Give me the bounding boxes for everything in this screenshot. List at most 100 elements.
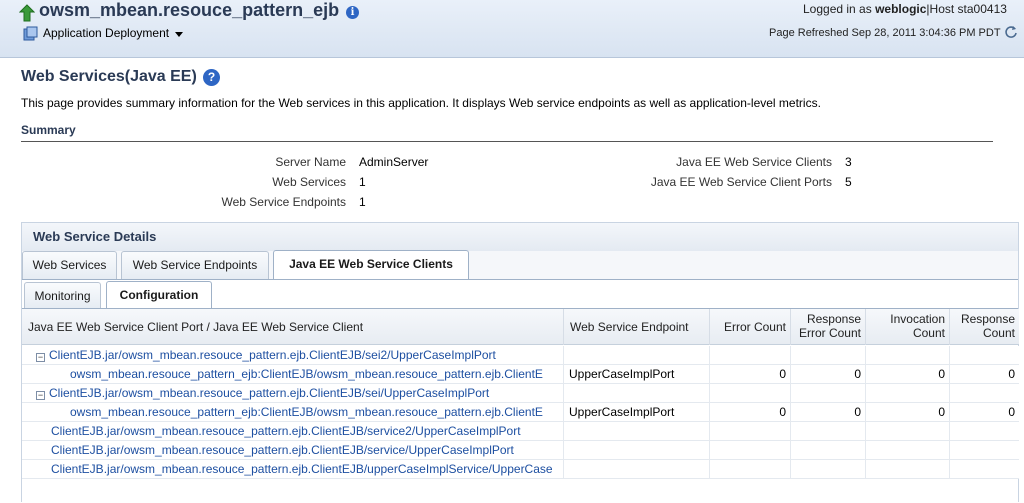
endpoint-cell: UpperCaseImplPort bbox=[563, 365, 709, 384]
column-header-client-port[interactable]: Java EE Web Service Client Port / Java E… bbox=[22, 309, 563, 345]
invocation-count-cell: 0 bbox=[865, 403, 949, 422]
client-port-cell[interactable]: owsm_mbean.resouce_pattern_ejb:ClientEJB… bbox=[22, 365, 563, 384]
endpoint-cell bbox=[563, 384, 709, 403]
client-port-link[interactable]: ClientEJB.jar/owsm_mbean.resouce_pattern… bbox=[49, 386, 489, 400]
table-row[interactable]: − ClientEJB.jar/owsm_mbean.resouce_patter… bbox=[22, 346, 1019, 365]
response-count-cell: 0 bbox=[949, 403, 1019, 422]
client-port-link[interactable]: ClientEJB.jar/owsm_mbean.resouce_pattern… bbox=[51, 462, 553, 476]
page-header: owsm_mbean.resouce_pattern_ejb i Applica… bbox=[0, 0, 1024, 58]
client-port-cell[interactable]: − ClientEJB.jar/owsm_mbean.resouce_patter… bbox=[22, 384, 563, 403]
column-header-error-count[interactable]: Error Count bbox=[709, 309, 790, 345]
app-title: owsm_mbean.resouce_pattern_ejb bbox=[39, 0, 340, 20]
error-count-cell bbox=[709, 441, 790, 460]
help-icon[interactable]: ? bbox=[203, 69, 220, 86]
error-count-cell bbox=[709, 384, 790, 403]
endpoint-cell bbox=[563, 441, 709, 460]
collapse-icon[interactable]: − bbox=[36, 353, 45, 362]
endpoint-cell bbox=[563, 346, 709, 365]
response-error-count-cell: 0 bbox=[790, 365, 865, 384]
login-info: Logged in as weblogic|Host sta00413 bbox=[803, 2, 1007, 16]
endpoint-cell bbox=[563, 422, 709, 441]
client-port-cell[interactable]: ClientEJB.jar/owsm_mbean.resouce_pattern… bbox=[22, 441, 563, 460]
client-port-link[interactable]: owsm_mbean.resouce_pattern_ejb:ClientEJB… bbox=[70, 405, 543, 419]
error-count-cell bbox=[709, 422, 790, 441]
page-refreshed-label: Page Refreshed Sep 28, 2011 3:04:36 PM P… bbox=[769, 27, 1001, 39]
java-ee-client-ports-value: 5 bbox=[845, 175, 852, 189]
client-port-cell[interactable]: ClientEJB.jar/owsm_mbean.resouce_pattern… bbox=[22, 460, 563, 479]
error-count-cell: 0 bbox=[709, 365, 790, 384]
client-port-link[interactable]: owsm_mbean.resouce_pattern_ejb:ClientEJB… bbox=[70, 367, 543, 381]
page-description: This page provides summary information f… bbox=[21, 96, 821, 110]
user-name: weblogic bbox=[875, 2, 927, 16]
response-error-count-cell bbox=[790, 441, 865, 460]
server-name-value: AdminServer bbox=[359, 155, 429, 169]
info-icon[interactable]: i bbox=[346, 6, 359, 19]
column-header-invocation-count[interactable]: Invocation Count bbox=[865, 309, 949, 345]
endpoint-cell: UpperCaseImplPort bbox=[563, 403, 709, 422]
client-port-link[interactable]: ClientEJB.jar/owsm_mbean.resouce_pattern… bbox=[49, 348, 496, 362]
response-error-count-cell bbox=[790, 346, 865, 365]
java-ee-clients-label: Java EE Web Service Clients bbox=[676, 155, 832, 169]
endpoint-cell bbox=[563, 460, 709, 479]
tab-web-services[interactable]: Web Services bbox=[22, 251, 117, 279]
deployment-icon bbox=[23, 26, 38, 41]
response-count-cell bbox=[949, 441, 1019, 460]
table-row[interactable]: − ClientEJB.jar/owsm_mbean.resouce_patter… bbox=[22, 384, 1019, 403]
table-row[interactable]: ClientEJB.jar/owsm_mbean.resouce_pattern… bbox=[22, 460, 1019, 479]
response-count-cell bbox=[949, 460, 1019, 479]
client-port-cell[interactable]: owsm_mbean.resouce_pattern_ejb:ClientEJB… bbox=[22, 403, 563, 422]
response-error-count-cell bbox=[790, 422, 865, 441]
details-header: Web Service Details bbox=[22, 223, 1018, 251]
invocation-count-cell bbox=[865, 460, 949, 479]
client-port-link[interactable]: ClientEJB.jar/owsm_mbean.resouce_pattern… bbox=[51, 443, 514, 457]
web-services-label: Web Services bbox=[272, 175, 346, 189]
invocation-count-cell bbox=[865, 422, 949, 441]
client-port-cell[interactable]: ClientEJB.jar/owsm_mbean.resouce_pattern… bbox=[22, 422, 563, 441]
tab-content: Monitoring Configuration Java EE Web Ser… bbox=[22, 280, 1019, 503]
client-port-cell[interactable]: − ClientEJB.jar/owsm_mbean.resouce_patter… bbox=[22, 346, 563, 365]
chevron-down-icon[interactable] bbox=[175, 32, 183, 37]
response-error-count-cell bbox=[790, 384, 865, 403]
response-error-count-cell bbox=[790, 460, 865, 479]
table-row[interactable]: owsm_mbean.resouce_pattern_ejb:ClientEJB… bbox=[22, 365, 1019, 384]
tab-java-ee-web-service-clients[interactable]: Java EE Web Service Clients bbox=[273, 250, 469, 280]
up-arrow-icon[interactable] bbox=[19, 4, 35, 22]
table-header: Java EE Web Service Client Port / Java E… bbox=[22, 309, 1019, 345]
invocation-count-cell bbox=[865, 441, 949, 460]
column-header-endpoint[interactable]: Web Service Endpoint bbox=[563, 309, 709, 345]
web-service-endpoints-value: 1 bbox=[359, 195, 366, 209]
response-error-count-cell: 0 bbox=[790, 403, 865, 422]
subtab-monitoring[interactable]: Monitoring bbox=[24, 282, 101, 308]
error-count-cell: 0 bbox=[709, 403, 790, 422]
summary-heading: Summary bbox=[21, 123, 76, 137]
java-ee-clients-value: 3 bbox=[845, 155, 852, 169]
invocation-count-cell bbox=[865, 384, 949, 403]
web-services-value: 1 bbox=[359, 175, 366, 189]
collapse-icon[interactable]: − bbox=[36, 391, 45, 400]
subtab-configuration[interactable]: Configuration bbox=[106, 281, 212, 309]
table-row[interactable]: owsm_mbean.resouce_pattern_ejb:ClientEJB… bbox=[22, 403, 1019, 422]
details-title: Web Service Details bbox=[33, 229, 157, 244]
response-count-cell bbox=[949, 346, 1019, 365]
table-row[interactable]: ClientEJB.jar/owsm_mbean.resouce_pattern… bbox=[22, 441, 1019, 460]
response-count-cell bbox=[949, 422, 1019, 441]
response-count-cell bbox=[949, 384, 1019, 403]
column-header-response-count[interactable]: Response Count bbox=[949, 309, 1019, 345]
refresh-icon[interactable] bbox=[1004, 25, 1018, 39]
client-port-link[interactable]: ClientEJB.jar/owsm_mbean.resouce_pattern… bbox=[51, 424, 521, 438]
invocation-count-cell: 0 bbox=[865, 365, 949, 384]
application-deployment-menu[interactable]: Application Deployment bbox=[43, 26, 169, 40]
java-ee-client-ports-label: Java EE Web Service Client Ports bbox=[650, 175, 832, 189]
table-row[interactable]: ClientEJB.jar/owsm_mbean.resouce_pattern… bbox=[22, 422, 1019, 441]
column-header-response-error-count[interactable]: Response Error Count bbox=[790, 309, 865, 345]
clients-table: Java EE Web Service Client Port / Java E… bbox=[22, 309, 1019, 503]
server-name-label: Server Name bbox=[275, 155, 346, 169]
error-count-cell bbox=[709, 460, 790, 479]
web-service-endpoints-label: Web Service Endpoints bbox=[221, 195, 346, 209]
logged-in-label: Logged in as bbox=[803, 2, 872, 16]
tab-web-service-endpoints[interactable]: Web Service Endpoints bbox=[121, 251, 269, 279]
invocation-count-cell bbox=[865, 346, 949, 365]
error-count-cell bbox=[709, 346, 790, 365]
response-count-cell: 0 bbox=[949, 365, 1019, 384]
host-label: |Host sta00413 bbox=[926, 2, 1007, 16]
